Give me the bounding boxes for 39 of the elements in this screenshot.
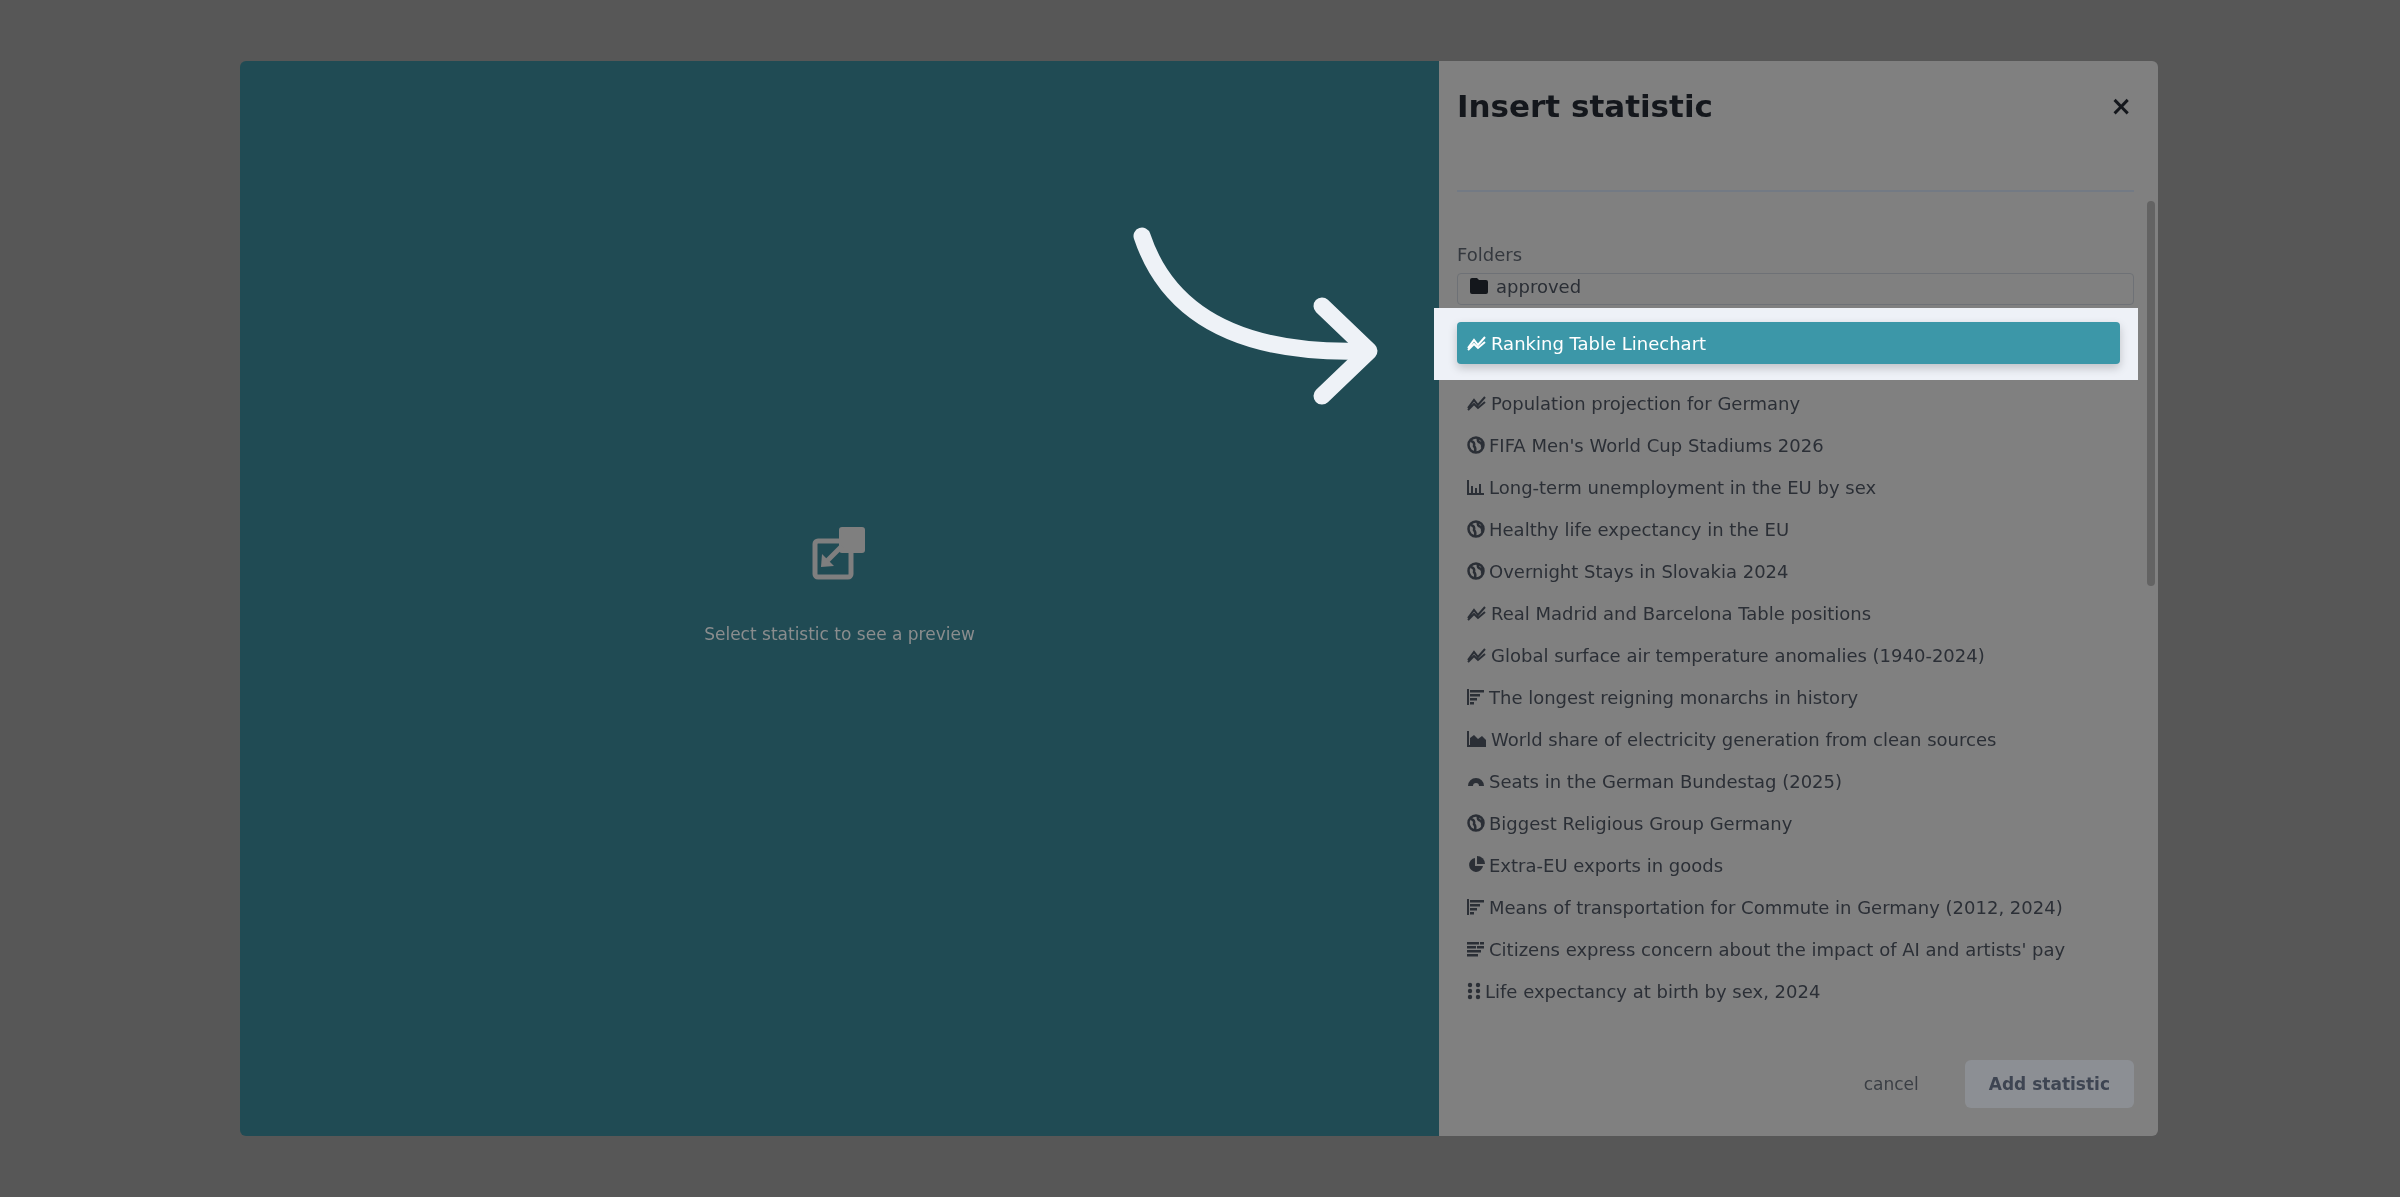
area-chart-icon [1467,731,1487,747]
statistic-item[interactable]: Real Madrid and Barcelona Table positions [1457,592,2114,634]
dot-grid-icon [1467,982,1481,1000]
pie-chart-icon [1467,856,1485,874]
statistic-item[interactable]: Means of transportation for Commute in Germany (2012, 2024) [1457,886,2114,928]
folders-label: Folders [1457,244,1523,265]
statistic-item[interactable]: Biggest Religious Group Germany [1457,802,2114,844]
statistic-item[interactable]: Extra-EU exports in goods [1457,844,2114,886]
globe-icon [1467,562,1485,580]
statistic-item[interactable]: World share of electricity generation from clean sources [1457,718,2114,760]
statistic-item[interactable]: FIFA Men's World Cup Stadiums 2026 [1457,424,2114,466]
bar-chart-icon [1467,899,1485,915]
statistic-item[interactable]: Seats in the German Bundestag (2025) [1457,760,2114,802]
folder-icon [1470,278,1488,294]
bar-chart-icon [1467,689,1485,705]
statistic-item[interactable]: Population projection for Germany [1457,382,2114,424]
statistic-item[interactable]: Overnight Stays in Slovakia 2024 [1457,550,2114,592]
folder-select[interactable]: approved [1457,273,2134,305]
statistic-item[interactable]: Citizens express concern about the impact of AI and artists' pay [1457,928,2114,970]
statistic-item[interactable]: Long-term unemployment in the EU by sex [1457,466,2114,508]
statistic-item[interactable]: Ranking Table Linechart [1457,322,2120,364]
statistic-item[interactable]: Global surface air temperature anomalies (1940-2024) [1457,634,2114,676]
statistic-item[interactable]: Life expectancy at birth by sex, 2024 [1457,970,2114,1012]
line-chart-icon [1467,605,1487,621]
preview-message: Select statistic to see a preview [704,623,975,644]
stacked-bar-icon [1467,941,1485,957]
line-chart-icon [1467,335,1487,351]
line-chart-icon [1467,395,1487,411]
globe-icon [1467,814,1485,832]
semicircle-chart-icon [1467,775,1485,787]
cancel-button[interactable]: cancel [1857,1072,1925,1095]
column-chart-icon [1467,479,1485,495]
statistic-item[interactable]: The longest reigning monarchs in history [1457,676,2114,718]
close-button[interactable]: × [2108,91,2134,121]
globe-icon [1467,436,1485,454]
globe-icon [1467,520,1485,538]
line-chart-icon [1467,647,1487,663]
statistic-item[interactable]: Healthy life expectancy in the EU [1457,508,2114,550]
dialog-title: Insert statistic [1457,88,1713,124]
